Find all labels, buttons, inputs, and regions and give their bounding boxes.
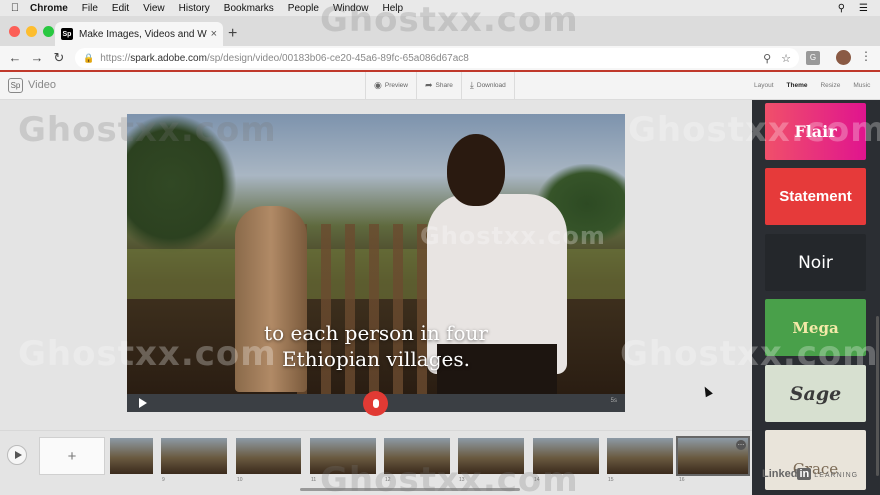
window-controls <box>9 26 54 37</box>
tab-theme[interactable]: Theme <box>787 82 808 89</box>
menu-file[interactable]: File <box>82 3 98 14</box>
slide-thumbnail[interactable]: 9 <box>161 438 227 483</box>
right-nav: Layout Theme Resize Music <box>754 72 870 99</box>
forward-icon[interactable]: → <box>26 50 48 65</box>
theme-mega-label: Mega <box>792 318 839 337</box>
microphone-icon <box>372 399 379 408</box>
bookmark-star-icon[interactable]: ☆ <box>781 52 791 65</box>
profile-avatar[interactable] <box>836 50 851 65</box>
app-title: Video <box>28 79 56 91</box>
slide-filmstrip: + 9 10 11 12 13 14 15 … 16 <box>0 430 752 495</box>
menu-help[interactable]: Help <box>383 3 404 14</box>
theme-noir[interactable]: Noir <box>765 234 866 291</box>
tab-resize[interactable]: Resize <box>820 82 840 89</box>
spark-favicon-icon: Sp <box>61 28 73 40</box>
slide-thumbnail-selected[interactable]: … 16 <box>676 436 750 483</box>
url-scheme: https:// <box>100 52 131 64</box>
share-button[interactable]: ➦ Share <box>415 72 461 99</box>
theme-grace[interactable]: Grace <box>765 430 866 490</box>
slide-caption[interactable]: to each person in four Ethiopian village… <box>127 320 625 372</box>
slide-thumbnail[interactable]: 11 <box>310 438 376 483</box>
zoom-window-button[interactable] <box>43 26 54 37</box>
menu-view[interactable]: View <box>143 3 165 14</box>
menu-app-name[interactable]: Chrome <box>30 3 68 14</box>
share-icon: ➦ <box>424 80 433 90</box>
spark-logo[interactable]: Sp <box>8 78 23 93</box>
add-slide-button[interactable]: + <box>39 437 105 475</box>
address-bar-row: ← → ↻ 🔒 https:// spark.adobe.com /sp/des… <box>0 46 880 70</box>
download-label: Download <box>476 82 506 89</box>
tab-strip: Sp Make Images, Videos and Web × + <box>0 16 880 46</box>
slide-duration[interactable]: 5s <box>611 398 617 404</box>
theme-panel: Flair Statement Noir Mega Sage Grace <box>752 100 880 495</box>
chrome-menu-icon[interactable]: ⋮ <box>860 49 872 63</box>
close-window-button[interactable] <box>9 26 20 37</box>
play-all-button[interactable] <box>7 445 27 465</box>
theme-noir-label: Noir <box>798 252 833 273</box>
spark-toolbar: Sp Video ◉ Preview ➦ Share ⤓ Download La… <box>0 72 880 100</box>
apple-icon[interactable]:  <box>0 2 30 14</box>
reload-icon[interactable]: ↻ <box>48 50 70 66</box>
tab-title: Make Images, Videos and Web <box>79 28 207 40</box>
share-label: Share <box>435 82 453 89</box>
new-tab-icon[interactable]: + <box>228 25 237 43</box>
theme-flair[interactable]: Flair <box>765 103 866 160</box>
menu-window[interactable]: Window <box>333 3 369 14</box>
list-icon[interactable]: ☰ <box>859 3 868 14</box>
theme-sage[interactable]: Sage <box>765 365 866 422</box>
zoom-icon[interactable]: ⚲ <box>763 52 771 65</box>
url-path: /sp/design/video/00183b06-ce20-45a6-89fc… <box>206 52 469 64</box>
menu-bar:  Chrome File Edit View History Bookmark… <box>0 0 880 16</box>
theme-statement[interactable]: Statement <box>765 168 866 225</box>
back-icon[interactable]: ← <box>4 50 26 65</box>
browser-tab[interactable]: Sp Make Images, Videos and Web × <box>55 22 223 46</box>
slide-thumbnail[interactable]: 15 <box>607 438 673 483</box>
caption-line-1: to each person in four <box>264 321 488 345</box>
url-host: spark.adobe.com <box>130 52 207 64</box>
action-group: ◉ Preview ➦ Share ⤓ Download <box>365 72 515 99</box>
slide-thumbnail[interactable]: 14 <box>533 438 599 483</box>
preview-button[interactable]: ◉ Preview <box>365 72 416 99</box>
slide-thumbnail[interactable]: 10 <box>236 438 301 483</box>
theme-mega[interactable]: Mega <box>765 299 866 356</box>
slide-thumbnail[interactable]: 12 <box>384 438 450 483</box>
preview-label: Preview <box>384 82 408 89</box>
lock-icon: 🔒 <box>83 52 95 63</box>
video-canvas[interactable]: to each person in four Ethiopian village… <box>127 114 625 394</box>
slide-thumbnail[interactable] <box>110 438 153 474</box>
menu-edit[interactable]: Edit <box>112 3 129 14</box>
linkedin-learning-logo: Linked in LEARNING <box>762 468 859 480</box>
eye-icon: ◉ <box>374 80 382 90</box>
tab-layout[interactable]: Layout <box>754 82 774 89</box>
theme-scrollbar[interactable] <box>876 316 879 476</box>
filmstrip-scrollbar[interactable] <box>300 488 520 491</box>
theme-sage-label: Sage <box>789 382 842 405</box>
slide-thumbnail[interactable]: 13 <box>458 438 524 483</box>
menu-bookmarks[interactable]: Bookmarks <box>224 3 274 14</box>
more-options-icon[interactable]: … <box>736 440 746 450</box>
extension-icon[interactable]: G <box>806 51 820 65</box>
search-icon[interactable]: ⚲ <box>838 3 845 14</box>
record-voice-button[interactable] <box>363 391 388 416</box>
download-button[interactable]: ⤓ Download <box>460 72 515 99</box>
tab-music[interactable]: Music <box>853 82 870 89</box>
close-tab-icon[interactable]: × <box>211 28 217 40</box>
play-icon[interactable] <box>139 398 147 408</box>
theme-flair-label: Flair <box>794 122 837 141</box>
menu-history[interactable]: History <box>179 3 210 14</box>
minimize-window-button[interactable] <box>26 26 37 37</box>
caption-line-2: Ethiopian villages. <box>282 347 470 371</box>
url-input[interactable]: 🔒 https:// spark.adobe.com /sp/design/vi… <box>75 48 799 68</box>
menu-people[interactable]: People <box>288 3 319 14</box>
download-icon: ⤓ <box>469 80 474 90</box>
theme-statement-label: Statement <box>779 188 852 205</box>
